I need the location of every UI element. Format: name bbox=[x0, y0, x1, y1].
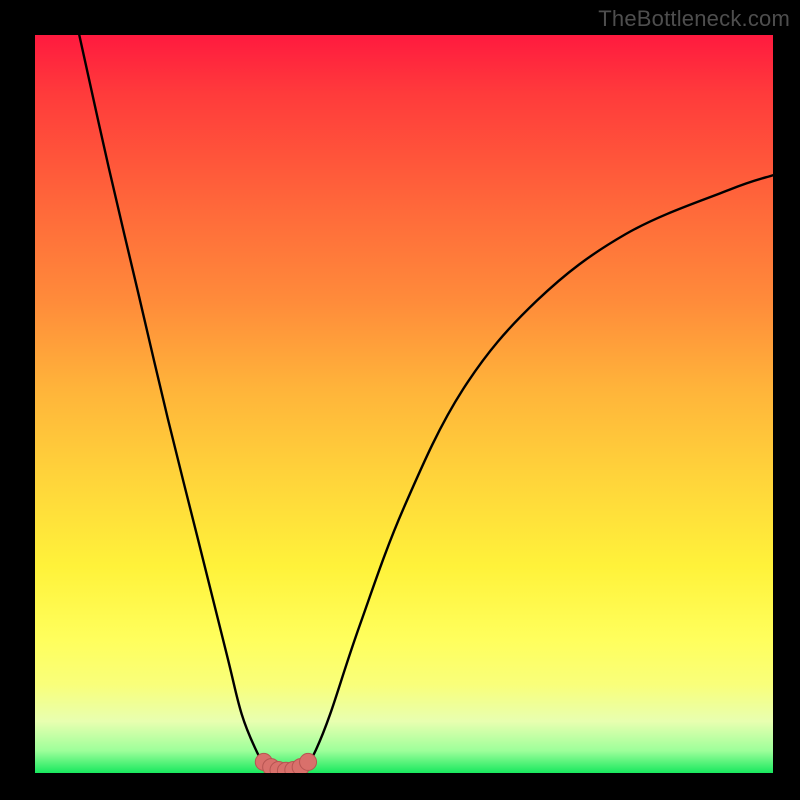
valley-marker bbox=[300, 753, 317, 770]
watermark-text: TheBottleneck.com bbox=[598, 6, 790, 32]
bottleneck-curve bbox=[79, 35, 773, 771]
curve-layer bbox=[35, 35, 773, 773]
valley-marker bbox=[277, 762, 294, 773]
valley-marker bbox=[285, 762, 302, 773]
valley-markers-group bbox=[255, 753, 316, 773]
valley-marker bbox=[255, 753, 272, 770]
chart-frame: TheBottleneck.com bbox=[0, 0, 800, 800]
plot-area bbox=[35, 35, 773, 773]
valley-marker bbox=[263, 759, 280, 773]
valley-marker bbox=[270, 762, 287, 773]
valley-marker bbox=[292, 759, 309, 773]
